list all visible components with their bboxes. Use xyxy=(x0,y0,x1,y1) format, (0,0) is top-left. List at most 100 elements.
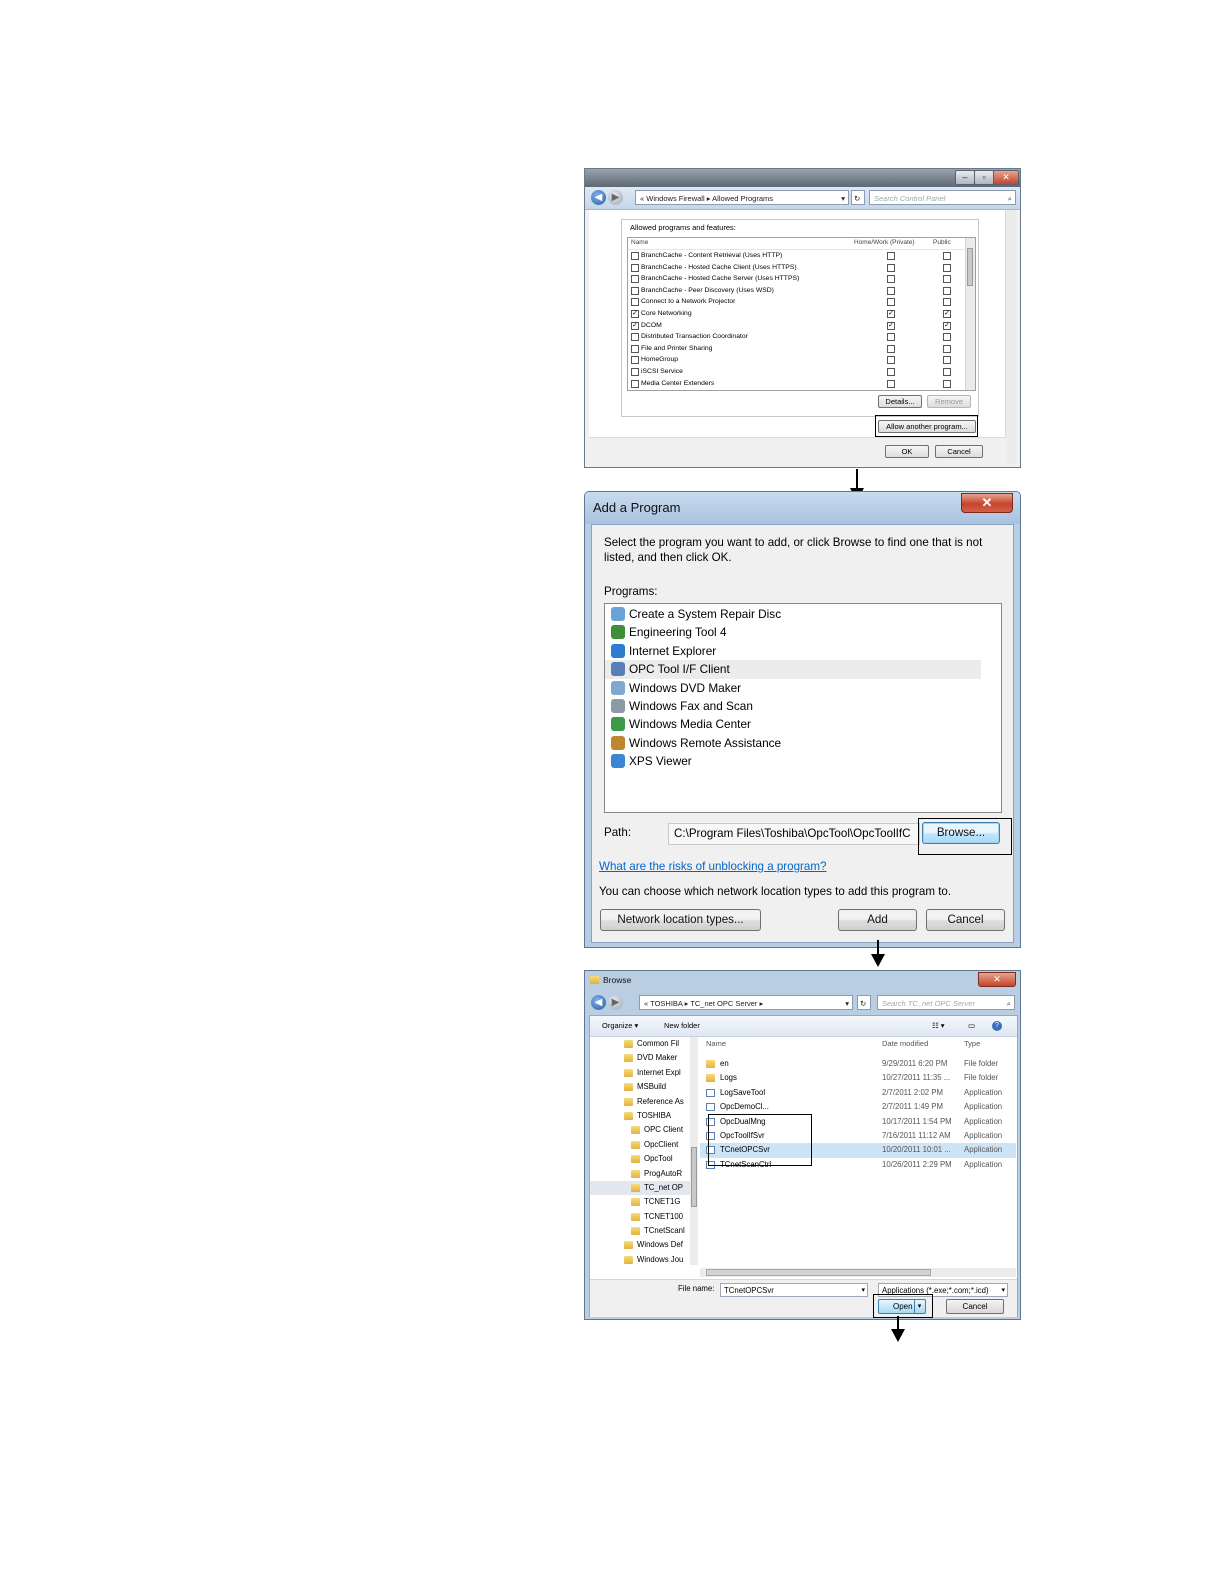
program-row[interactable]: ✓ DCOM ✓ ✓ xyxy=(628,320,975,332)
browse-button[interactable]: Browse... xyxy=(922,822,1000,844)
program-row[interactable]: BranchCache - Hosted Cache Client (Uses … xyxy=(628,262,975,274)
tree-item[interactable]: Reference As xyxy=(590,1095,698,1109)
program-row[interactable]: Media Center Extenders xyxy=(628,378,975,390)
program-row[interactable]: ✓ Core Networking ✓ ✓ xyxy=(628,308,975,320)
tree-item[interactable]: ProgAutoR xyxy=(590,1167,698,1181)
close-button[interactable]: ✕ xyxy=(978,972,1016,987)
back-icon[interactable]: ◀ xyxy=(591,995,606,1010)
program-list-item[interactable]: Windows Remote Assistance xyxy=(605,734,1001,752)
enabled-checkbox[interactable] xyxy=(631,367,639,376)
breadcrumb-item[interactable]: TC_net OPC Server xyxy=(690,999,757,1008)
public-checkbox[interactable] xyxy=(943,333,951,342)
open-button[interactable]: Open ▾ xyxy=(878,1299,926,1314)
tree-item[interactable]: Common Fil xyxy=(590,1037,698,1051)
file-row[interactable]: LogSaveTool 2/7/2011 2:02 PM Application xyxy=(700,1086,1016,1100)
column-type[interactable]: Type xyxy=(964,1037,980,1051)
program-row[interactable]: Distributed Transaction Coordinator xyxy=(628,331,975,343)
maximize-button[interactable]: ▫ xyxy=(974,170,994,185)
public-checkbox[interactable] xyxy=(943,298,951,307)
horizontal-scrollbar[interactable] xyxy=(700,1268,1016,1277)
program-list-item[interactable]: Windows Media Center xyxy=(605,715,1001,733)
program-list-item[interactable]: XPS Viewer xyxy=(605,752,1001,770)
refresh-icon[interactable]: ↻ xyxy=(857,995,871,1010)
public-checkbox[interactable]: ✓ xyxy=(943,309,951,318)
chevron-down-icon[interactable]: ▾ xyxy=(841,191,845,204)
chevron-down-icon[interactable]: ▾ xyxy=(1001,1284,1005,1296)
forward-icon[interactable]: ▶ xyxy=(608,190,623,205)
breadcrumb-item[interactable]: Allowed Programs xyxy=(712,194,773,203)
tree-item[interactable]: TCnetScanl xyxy=(590,1224,698,1238)
enabled-checkbox[interactable]: ✓ xyxy=(631,309,639,318)
file-name-input[interactable]: TCnetOPCSvr ▾ xyxy=(720,1283,868,1297)
ok-button[interactable]: OK xyxy=(885,445,929,458)
home-checkbox[interactable] xyxy=(887,333,895,342)
tree-item[interactable]: Internet Expl xyxy=(590,1066,698,1080)
enabled-checkbox[interactable] xyxy=(631,275,639,284)
home-checkbox[interactable] xyxy=(887,379,895,388)
file-row[interactable]: TCnetScanCtrl 10/26/2011 2:29 PM Applicati… xyxy=(700,1158,1016,1172)
file-row[interactable]: OpcToolIfSvr 7/16/2011 11:12 AM Applicatio… xyxy=(700,1129,1016,1143)
program-row[interactable]: File and Printer Sharing xyxy=(628,343,975,355)
close-button[interactable]: ✕ xyxy=(993,170,1019,185)
tree-item[interactable]: OpcTool xyxy=(590,1152,698,1166)
add-button[interactable]: Add xyxy=(838,909,917,931)
cancel-button[interactable]: Cancel xyxy=(935,445,983,458)
preview-pane-icon[interactable]: ▭ xyxy=(968,1016,975,1036)
enabled-checkbox[interactable]: ✓ xyxy=(631,321,639,330)
tree-item[interactable]: DVD Maker xyxy=(590,1051,698,1065)
programs-list[interactable]: Create a System Repair Disc Engineering T… xyxy=(604,603,1002,813)
home-checkbox[interactable]: ✓ xyxy=(887,309,895,318)
program-row[interactable]: BranchCache - Peer Discovery (Uses WSD) xyxy=(628,285,975,297)
column-name[interactable]: Name xyxy=(631,239,648,246)
public-checkbox[interactable] xyxy=(943,379,951,388)
program-list-item[interactable]: Create a System Repair Disc xyxy=(605,605,1001,623)
view-icon[interactable]: ☷ ▾ xyxy=(932,1016,945,1036)
tree-scrollbar[interactable] xyxy=(690,1037,698,1265)
remove-button[interactable]: Remove xyxy=(927,395,971,408)
public-checkbox[interactable] xyxy=(943,344,951,353)
program-list-item[interactable]: Engineering Tool 4 xyxy=(605,623,1001,641)
cancel-button[interactable]: Cancel xyxy=(946,1299,1004,1314)
program-list-item[interactable]: Windows Fax and Scan xyxy=(605,697,1001,715)
file-type-select[interactable]: Applications (*.exe;*.com;*.icd) ▾ xyxy=(878,1283,1008,1297)
enabled-checkbox[interactable] xyxy=(631,298,639,307)
folder-tree[interactable]: Common Fil DVD Maker Internet Expl MSBuild R… xyxy=(590,1037,698,1265)
home-checkbox[interactable] xyxy=(887,275,895,284)
allow-another-program-button[interactable]: Allow another program... xyxy=(878,420,976,433)
path-input[interactable]: C:\Program Files\Toshiba\OpcTool\OpcTool… xyxy=(668,823,920,845)
home-checkbox[interactable] xyxy=(887,286,895,295)
public-checkbox[interactable] xyxy=(943,356,951,365)
address-bar[interactable]: « TOSHIBA ▸ TC_net OPC Server ▸ ▾ xyxy=(639,995,853,1010)
file-row[interactable]: en 9/29/2011 6:20 PM File folder xyxy=(700,1057,1016,1071)
home-checkbox[interactable] xyxy=(887,344,895,353)
cancel-button[interactable]: Cancel xyxy=(926,909,1005,931)
program-list-item[interactable]: Internet Explorer xyxy=(605,642,1001,660)
minimize-button[interactable]: – xyxy=(955,170,975,185)
tree-item[interactable]: TOSHIBA xyxy=(590,1109,698,1123)
close-button[interactable]: ✕ xyxy=(961,493,1013,513)
tree-item[interactable]: TCNET1G xyxy=(590,1195,698,1209)
breadcrumb-item[interactable]: Windows Firewall xyxy=(646,194,704,203)
enabled-checkbox[interactable] xyxy=(631,356,639,365)
refresh-icon[interactable]: ↻ xyxy=(851,190,865,205)
scroll-thumb[interactable] xyxy=(706,1269,931,1276)
public-checkbox[interactable] xyxy=(943,286,951,295)
file-row[interactable]: OpcDemoCl... 2/7/2011 1:49 PM Application xyxy=(700,1100,1016,1114)
program-row[interactable]: BranchCache - Content Retrieval (Uses HT… xyxy=(628,250,975,262)
page-scrollbar[interactable] xyxy=(1005,210,1016,464)
program-row[interactable]: HomeGroup xyxy=(628,354,975,366)
details-button[interactable]: Details... xyxy=(878,395,922,408)
tree-item[interactable]: Windows Jou xyxy=(590,1253,698,1265)
search-icon[interactable]: ⌕ xyxy=(1007,996,1011,1011)
file-row[interactable]: Logs 10/27/2011 11:35 ... File folder xyxy=(700,1071,1016,1085)
chevron-down-icon[interactable]: ▾ xyxy=(845,996,849,1009)
new-folder-button[interactable]: New folder xyxy=(664,1016,700,1036)
risks-link[interactable]: What are the risks of unblocking a progr… xyxy=(599,860,826,873)
search-input[interactable]: Search Control Panel ⌕ xyxy=(869,190,1016,205)
search-icon[interactable]: ⌕ xyxy=(1008,191,1012,206)
enabled-checkbox[interactable] xyxy=(631,286,639,295)
column-date[interactable]: Date modified xyxy=(882,1037,928,1051)
program-row[interactable]: iSCSI Service xyxy=(628,366,975,378)
column-home[interactable]: Home/Work (Private) xyxy=(854,239,915,246)
tree-item[interactable]: TCNET100 xyxy=(590,1210,698,1224)
